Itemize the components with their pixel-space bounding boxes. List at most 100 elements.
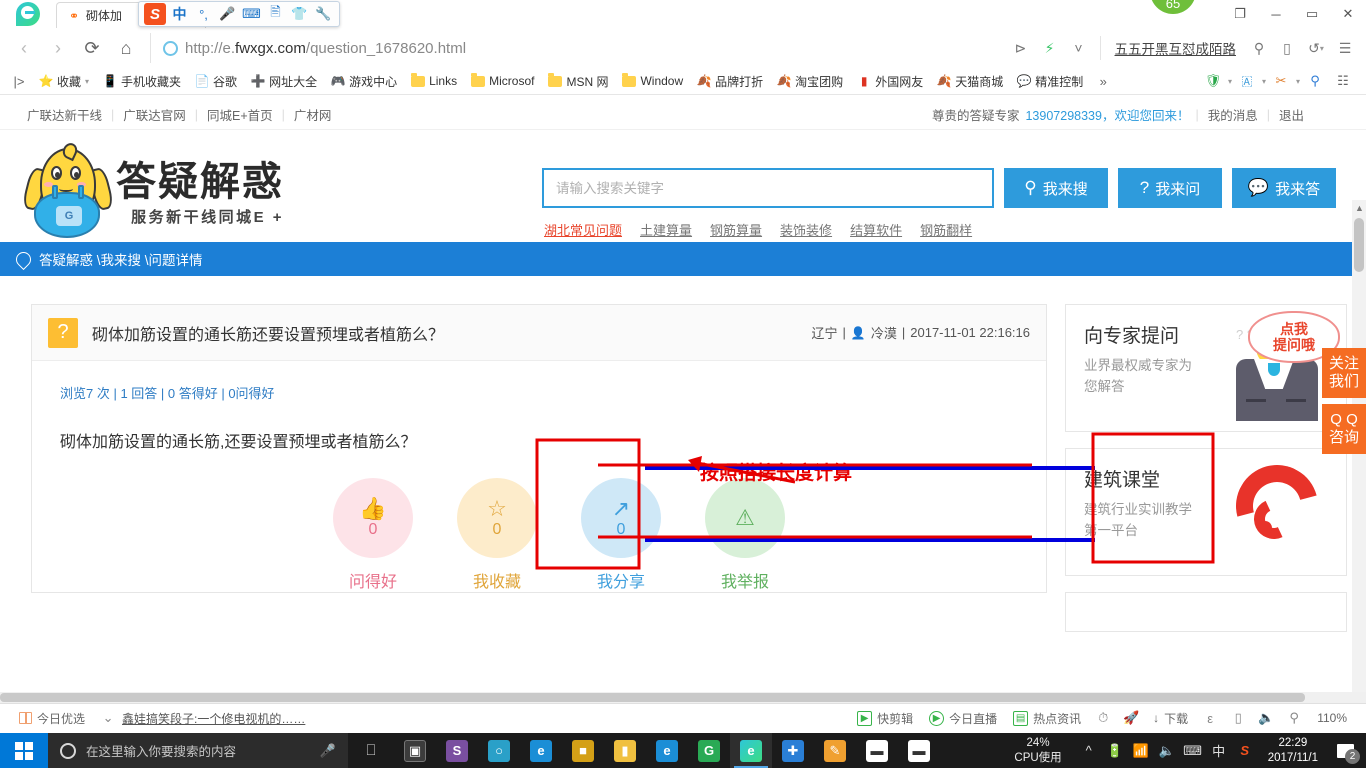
lightning-icon[interactable]: ⚡ [1037, 35, 1063, 61]
browser-score-badge[interactable]: 65 [1150, 0, 1196, 14]
follow-us-tab[interactable]: 关注 我们 [1322, 348, 1366, 398]
site-info-icon[interactable] [163, 40, 178, 56]
topnav-link-tongcheng[interactable]: 同城E+首页 [198, 105, 282, 124]
rocket-icon[interactable]: 🚀 [1117, 707, 1145, 729]
live-app[interactable]: ▶ 今日直播 [921, 710, 1005, 727]
qq-consult-tab[interactable]: Q Q 咨询 [1322, 404, 1366, 454]
tray-expand-icon[interactable]: ^ [1076, 733, 1102, 768]
ask-expert-box[interactable]: 向专家提问 业界最权威专家为您解答 ? ? 点我 提问哦 [1065, 304, 1347, 432]
answer-button[interactable]: 💬 我来答 [1232, 168, 1336, 208]
start-button[interactable] [0, 733, 48, 768]
speed-icon[interactable]: ⏱ [1089, 707, 1117, 729]
ime-language-icon[interactable]: 中 [1206, 733, 1232, 768]
scrollbar-thumb[interactable] [1354, 218, 1364, 272]
search-icon[interactable]: ⚲ [1246, 35, 1272, 61]
bookmark-item[interactable]: ▮ 外国网友 [850, 70, 930, 93]
ime-keyboard-icon[interactable]: ⌨ [241, 4, 262, 25]
download-item[interactable]: ↓ 下载 [1145, 710, 1196, 727]
hotnews-app[interactable]: ▤ 热点资讯 [1005, 710, 1089, 727]
sogou-logo-icon[interactable]: S [144, 3, 166, 25]
action-favorite[interactable]: ☆ 0 我收藏 [457, 478, 537, 592]
taskbar-search-box[interactable]: 在这里输入你要搜索的内容 🎤 [48, 733, 348, 768]
zoom-level-label[interactable]: 110% [1308, 711, 1356, 725]
bookmarks-expand-icon[interactable]: |> [6, 70, 32, 92]
bookmark-item[interactable]: ➕ 网址大全 [244, 70, 324, 93]
bookmark-item[interactable]: 📱 手机收藏夹 [96, 70, 188, 93]
tag-gangjin[interactable]: 钢筋算量 [710, 220, 762, 239]
taskbar-app-chrome[interactable]: G [688, 733, 730, 768]
home-button[interactable]: ⌂ [110, 32, 142, 64]
keyboard-icon[interactable]: ⌨ [1180, 733, 1206, 768]
window-split-icon[interactable]: ▯ [1224, 707, 1252, 729]
taskbar-app-help-2[interactable]: ▬ [898, 733, 940, 768]
news-expand-icon[interactable]: ⌄ [94, 707, 122, 729]
bookmark-item[interactable]: 📄 谷歌 [188, 70, 244, 93]
chevron-down-icon[interactable]: ▾ [1262, 77, 1266, 86]
tag-fanyang[interactable]: 钢筋翻样 [920, 220, 972, 239]
shield-money-icon[interactable]: 🛡 [1200, 70, 1226, 92]
share-icon[interactable]: ⊳ [1008, 35, 1034, 61]
bookmark-item[interactable]: 🍂 淘宝团购 [770, 70, 850, 93]
favorite-circle[interactable]: ☆ 0 [457, 478, 537, 558]
good-question-circle[interactable]: 👍 0 [333, 478, 413, 558]
window-close-button[interactable]: ✕ [1330, 0, 1366, 28]
taskbar-app-help-1[interactable]: ▬ [856, 733, 898, 768]
bookmark-item[interactable]: Links [404, 70, 464, 93]
bookmark-item[interactable]: Microsof [464, 70, 541, 93]
bookmark-item[interactable]: 🍂 天猫商城 [930, 70, 1010, 93]
translate-icon[interactable]: 🇦 [1234, 70, 1260, 92]
my-messages-link[interactable]: 我的消息 [1199, 105, 1267, 124]
kuaijianji-app[interactable]: ▶ 快剪辑 [849, 710, 921, 727]
window-minimize-button[interactable]: ─ [1258, 0, 1294, 28]
battery-icon[interactable]: 🔋 [1102, 733, 1128, 768]
taskbar-app-onenote[interactable]: S [436, 733, 478, 768]
question-author[interactable]: 冷漠 [871, 323, 897, 342]
notification-center-button[interactable]: 2 [1328, 733, 1362, 768]
volume-icon[interactable]: 🔈 [1154, 733, 1180, 768]
bookmark-item[interactable]: ⭐ 收藏 ▾ [32, 70, 96, 93]
taskbar-app-camera[interactable]: ▣ [394, 733, 436, 768]
chevron-down-icon[interactable]: ▾ [1228, 77, 1232, 86]
download-box[interactable] [1065, 592, 1347, 632]
site-logo[interactable]: G 答疑解惑 服务新干线同城E + [21, 140, 287, 241]
page-scrollbar-horizontal[interactable] [0, 692, 1366, 703]
ime-user-card-icon[interactable]: 🖹 [265, 4, 286, 25]
ime-wrench-icon[interactable]: 🔧 [313, 4, 334, 25]
history-back-icon[interactable]: ↺ ▾ [1303, 35, 1329, 61]
sogou-ime-toolbar[interactable]: S 中 °, 🎤 ⌨ 🖹 👕 🔧 [138, 1, 340, 27]
bookmark-item[interactable]: Window [615, 70, 690, 93]
ime-punctuation-icon[interactable]: °, [193, 4, 214, 25]
topnav-link-xinganxian[interactable]: 广联达新干线 [18, 105, 111, 124]
back-button[interactable]: ‹ [8, 32, 40, 64]
action-good-question[interactable]: 👍 0 问得好 [333, 478, 413, 592]
scrollbar-thumb[interactable] [0, 693, 1305, 702]
chevron-down-icon[interactable]: ▾ [1296, 77, 1300, 86]
volume-icon[interactable]: 🔈 [1252, 707, 1280, 729]
reload-button[interactable]: ⟳ [76, 32, 108, 64]
task-view-button[interactable]: ⎕ [348, 733, 394, 768]
magnifier-icon[interactable]: ⚲ [1302, 70, 1328, 92]
taskbar-app-blue[interactable]: ✚ [772, 733, 814, 768]
tag-jiesuan[interactable]: 结算软件 [850, 220, 902, 239]
bookmark-item[interactable]: 🍂 品牌打折 [690, 70, 770, 93]
report-circle[interactable]: ⚠ [705, 478, 785, 558]
classroom-box[interactable]: 建筑课堂 建筑行业实训教学第一平台 [1065, 448, 1347, 576]
taskbar-clock[interactable]: 22:29 2017/11/1 [1258, 736, 1328, 766]
window-maximize-button[interactable]: ▭ [1294, 0, 1330, 28]
daily-deals-item[interactable]: 今日优选 [10, 710, 94, 727]
taskbar-app-spiral[interactable]: ○ [478, 733, 520, 768]
action-report[interactable]: ⚠ 我举报 [705, 478, 785, 592]
topnav-link-guanwang[interactable]: 广联达官网 [114, 105, 195, 124]
topnav-link-guangcaiwang[interactable]: 广材网 [285, 105, 341, 124]
taskbar-app-notes[interactable]: ✎ [814, 733, 856, 768]
news-ticker-link[interactable]: 鑫娃搞笑段子:一个修电视机的…… [122, 710, 305, 727]
ime-chinese-mode-icon[interactable]: 中 [169, 4, 190, 25]
menu-icon[interactable]: ☰ [1332, 35, 1358, 61]
tag-tujian[interactable]: 土建算量 [640, 220, 692, 239]
zoom-search-icon[interactable]: ⚲ [1280, 707, 1308, 729]
taskbar-app-ie[interactable]: e [646, 733, 688, 768]
browser-search-box[interactable]: 五五开黑互怼成陌路 ⚲ [1099, 35, 1273, 61]
taskbar-app-store[interactable]: ■ [562, 733, 604, 768]
url-bar[interactable]: http://e.fwxgx.com/question_1678620.html [150, 33, 1006, 63]
sogou-tray-icon[interactable]: S [1232, 733, 1258, 768]
